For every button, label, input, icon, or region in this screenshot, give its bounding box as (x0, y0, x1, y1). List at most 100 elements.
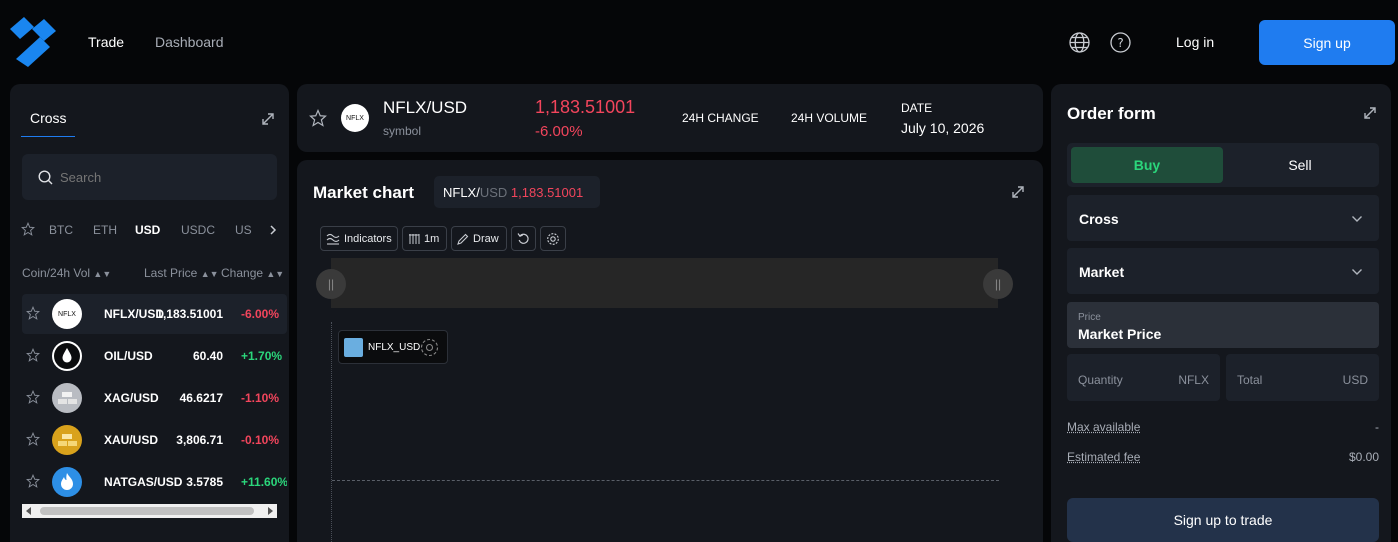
expand-icon[interactable] (261, 112, 275, 126)
col-change-header[interactable]: Change ▲▼ (221, 266, 284, 280)
globe-icon[interactable] (1069, 32, 1090, 53)
chevron-down-icon (1351, 268, 1363, 276)
top-nav: Trade Dashboard ? Log in Sign up (0, 0, 1398, 84)
favorite-star-icon[interactable] (309, 109, 327, 127)
table-row[interactable]: OIL/USD 60.40 +1.70% (22, 336, 287, 376)
nflx-logo: NFLX (52, 299, 82, 329)
order-form-title: Order form (1067, 104, 1156, 124)
quantity-field[interactable]: Quantity NFLX (1067, 354, 1220, 401)
login-link[interactable]: Log in (1176, 34, 1214, 50)
flame-icon (52, 467, 82, 497)
nflx-logo: NFLX (341, 104, 369, 132)
search-input[interactable] (60, 167, 260, 187)
gold-bars-icon (52, 425, 82, 455)
table-row[interactable]: NFLX NFLX/USD 1,183.51001 -6.00% (22, 294, 287, 334)
series-color-swatch (344, 338, 363, 357)
nav-trade[interactable]: Trade (88, 34, 124, 50)
silver-bars-icon (52, 383, 82, 413)
table-row[interactable]: XAG/USD 46.6217 -1.10% (22, 378, 287, 418)
range-handle-left[interactable]: || (316, 269, 346, 299)
date-label: DATE (901, 101, 932, 115)
row-change: +1.70% (241, 349, 287, 363)
row-name: NATGAS/USD (104, 475, 182, 489)
row-change: -1.10% (241, 391, 287, 405)
plot-gridline (332, 480, 999, 481)
pair-base: NFLX/ (443, 185, 480, 200)
scroll-right-icon[interactable] (268, 507, 273, 515)
signup-button[interactable]: Sign up (1259, 20, 1395, 65)
series-name: NFLX_USD (368, 342, 420, 353)
filter-usd[interactable]: USD (135, 223, 160, 237)
range-navigator[interactable] (331, 258, 998, 308)
svg-text:?: ? (1117, 36, 1123, 50)
price-value: Market Price (1078, 326, 1161, 342)
estimated-fee-label[interactable]: Estimated fee (1067, 450, 1140, 464)
pair-price: 1,183.51001 (511, 185, 583, 200)
table-row[interactable]: XAU/USD 3,806.71 -0.10% (22, 420, 287, 460)
expand-icon[interactable] (1011, 185, 1025, 199)
estimated-fee-value: $0.00 (1349, 450, 1379, 464)
indicators-label: Indicators (344, 233, 392, 245)
margin-select[interactable]: Cross (1067, 195, 1379, 241)
favorite-star-icon[interactable] (26, 432, 40, 446)
signup-to-trade-button[interactable]: Sign up to trade (1067, 498, 1379, 542)
favorites-star-icon[interactable] (21, 222, 35, 236)
range-handle-right[interactable]: || (983, 269, 1013, 299)
total-unit: USD (1343, 373, 1368, 387)
nav-dashboard[interactable]: Dashboard (155, 34, 224, 50)
max-available-value: - (1375, 420, 1379, 434)
filter-eth[interactable]: ETH (93, 223, 117, 237)
row-change: -0.10% (241, 433, 287, 447)
favorite-star-icon[interactable] (26, 306, 40, 320)
expand-icon[interactable] (1363, 106, 1377, 120)
date-value: July 10, 2026 (901, 120, 984, 136)
ticker-price: 1,183.51001 (535, 97, 635, 118)
brand-logo[interactable] (10, 17, 56, 67)
favorite-star-icon[interactable] (26, 348, 40, 362)
max-available-label[interactable]: Max available (1067, 420, 1140, 434)
tab-cross[interactable]: Cross (21, 110, 75, 137)
chart-settings-button[interactable] (540, 226, 566, 251)
scroll-left-icon[interactable] (26, 507, 31, 515)
indicators-button[interactable]: Indicators (320, 226, 398, 251)
series-legend[interactable]: NFLX_USD (338, 330, 448, 364)
chevron-right-icon[interactable] (269, 224, 277, 236)
ticker-subtitle: symbol (383, 124, 421, 138)
col-change-label: Change (221, 266, 263, 280)
filter-usdc[interactable]: USDC (181, 223, 215, 237)
row-change: +11.60% (241, 475, 287, 489)
col-coin-header[interactable]: Coin/24h Vol ▲▼ (22, 266, 111, 280)
change24-label: 24H CHANGE (682, 111, 759, 125)
favorite-star-icon[interactable] (26, 390, 40, 404)
favorite-star-icon[interactable] (26, 474, 40, 488)
filter-btc[interactable]: BTC (49, 223, 73, 237)
col-coin-label: Coin/24h Vol (22, 266, 90, 280)
side-toggle: Buy Sell (1067, 143, 1379, 187)
total-field[interactable]: Total USD (1226, 354, 1379, 401)
row-price: 46.6217 (180, 391, 223, 405)
help-icon[interactable]: ? (1110, 32, 1131, 53)
undo-button[interactable] (511, 226, 536, 251)
price-label: Price (1078, 312, 1101, 323)
series-settings-icon[interactable] (419, 337, 440, 358)
search-box[interactable] (22, 154, 277, 200)
col-price-header[interactable]: Last Price ▲▼ (144, 266, 219, 280)
row-price: 60.40 (193, 349, 223, 363)
filter-us[interactable]: US (235, 223, 253, 237)
sell-tab[interactable]: Sell (1225, 147, 1375, 183)
interval-button[interactable]: 1m (402, 226, 447, 251)
draw-button[interactable]: Draw (451, 226, 507, 251)
price-field[interactable]: Price Market Price (1067, 302, 1379, 348)
order-type-select[interactable]: Market (1067, 248, 1379, 294)
draw-label: Draw (473, 233, 499, 245)
candles-icon (408, 233, 420, 245)
indicators-icon (326, 233, 340, 245)
row-price: 1,183.51001 (156, 307, 223, 321)
chart-pair-chip: NFLX/USD 1,183.51001 (434, 176, 600, 208)
row-name: OIL/USD (104, 349, 153, 363)
buy-tab[interactable]: Buy (1071, 147, 1223, 183)
scroll-thumb[interactable] (40, 507, 254, 515)
margin-value: Cross (1079, 211, 1119, 227)
horizontal-scrollbar[interactable] (22, 504, 277, 518)
table-row[interactable]: NATGAS/USD 3.5785 +11.60% (22, 462, 287, 502)
